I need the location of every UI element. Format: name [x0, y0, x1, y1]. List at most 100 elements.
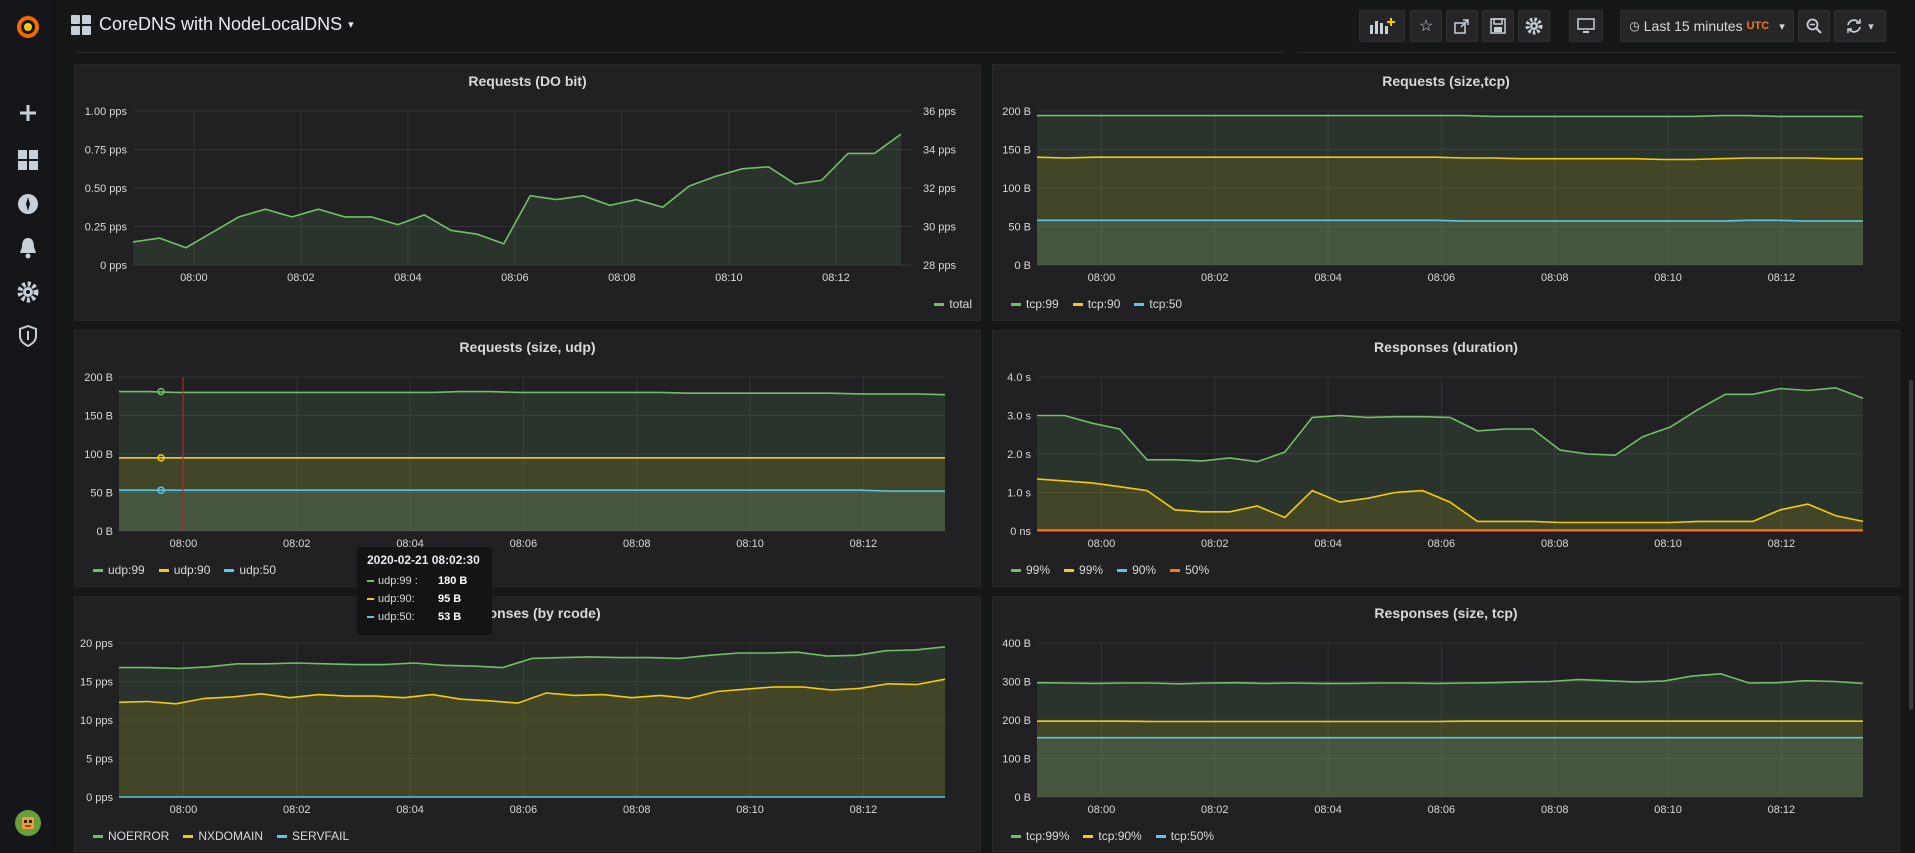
legend-label: udp:50	[239, 563, 276, 577]
x-tick-label: 08:04	[1314, 538, 1342, 550]
user-avatar[interactable]	[0, 803, 55, 843]
x-tick-label: 08:12	[1768, 272, 1796, 284]
series-area-fill	[119, 490, 945, 531]
y-tick-label: 0 B	[1014, 260, 1031, 272]
x-tick-label: 08:00	[1088, 538, 1116, 550]
x-tick-label: 08:02	[283, 804, 311, 816]
series-line-udp:50[interactable]	[119, 490, 945, 491]
y-tick-label: 3.0 s	[1007, 411, 1031, 423]
x-tick-label: 08:06	[1428, 538, 1456, 550]
x-tick-label: 08:04	[394, 272, 422, 284]
x-tick-label: 08:12	[850, 538, 878, 550]
legend-item[interactable]: tcp:50	[1134, 297, 1182, 311]
x-tick-label: 08:12	[822, 272, 850, 284]
explore-compass-icon[interactable]	[0, 184, 55, 224]
settings-button[interactable]	[1518, 10, 1550, 42]
panel-requests-do-bit[interactable]: Requests (DO bit) 0 pps0.25 pps0.50 pps0…	[74, 64, 981, 321]
series-line-tcp:50[interactable]	[1037, 220, 1863, 221]
grafana-logo-icon[interactable]	[0, 6, 55, 48]
legend-item[interactable]: tcp:99%	[1011, 829, 1069, 843]
series-color-swatch	[93, 569, 103, 572]
dashboard-grid-icon	[71, 15, 91, 35]
chart-svg[interactable]: 0 pps0.25 pps0.50 pps0.75 pps1.00 pps28 …	[75, 65, 982, 322]
x-tick-label: 08:10	[736, 804, 764, 816]
x-tick-label: 08:04	[396, 804, 424, 816]
series-area-fill	[1037, 220, 1863, 265]
x-tick-label: 08:12	[1768, 538, 1796, 550]
y2-tick-label: 36 pps	[923, 106, 957, 118]
x-tick-label: 08:08	[1541, 272, 1569, 284]
x-tick-label: 08:06	[510, 804, 538, 816]
x-tick-label: 08:10	[1654, 272, 1682, 284]
server-admin-shield-icon[interactable]	[0, 316, 55, 356]
series-line-tcp:99[interactable]	[1037, 116, 1863, 117]
legend-item[interactable]: 99%	[1011, 563, 1050, 577]
x-tick-label: 08:02	[1201, 272, 1229, 284]
legend-item[interactable]: SERVFAIL	[277, 829, 349, 843]
panel-responses-size-tcp[interactable]: Responses (size, tcp) 0 B100 B200 B300 B…	[992, 596, 1900, 852]
legend-label: udp:99	[108, 563, 145, 577]
y-tick-label: 0 B	[96, 526, 113, 538]
x-tick-label: 08:06	[501, 272, 529, 284]
y-tick-label: 150 B	[1002, 145, 1031, 157]
zoom-out-button[interactable]	[1798, 10, 1830, 42]
page-scrollbar[interactable]	[1909, 380, 1913, 710]
series-color-swatch	[367, 580, 374, 582]
panel-legend: NOERROR NXDOMAIN SERVFAIL	[93, 829, 349, 843]
x-tick-label: 08:06	[1428, 804, 1456, 816]
y-tick-label: 0 pps	[100, 260, 127, 272]
y-tick-label: 2.0 s	[1007, 449, 1031, 461]
series-color-swatch	[1011, 835, 1021, 838]
legend-item[interactable]: 90%	[1117, 563, 1156, 577]
chart-svg[interactable]: 0 B50 B100 B150 B200 B08:0008:0208:0408:…	[993, 65, 1901, 322]
y-tick-label: 0.50 pps	[85, 183, 128, 195]
configuration-gear-icon[interactable]	[0, 272, 55, 312]
legend-item[interactable]: tcp:99	[1011, 297, 1059, 311]
x-tick-label: 08:10	[1654, 804, 1682, 816]
star-button[interactable]: ☆	[1410, 10, 1442, 42]
clock-icon: ◷	[1629, 19, 1639, 33]
panel-responses-by-rcode[interactable]: Responses (by rcode) 0 pps5 pps10 pps15 …	[74, 596, 981, 852]
series-color-swatch	[93, 835, 103, 838]
chart-svg[interactable]: 0 ns1.0 s2.0 s3.0 s4.0 s08:0008:0208:040…	[993, 331, 1901, 588]
save-icon	[1490, 18, 1506, 34]
add-panel-button[interactable]	[1359, 10, 1405, 42]
legend-item[interactable]: tcp:90	[1073, 297, 1121, 311]
legend-item[interactable]: udp:90	[159, 563, 211, 577]
time-range-picker[interactable]: ◷ Last 15 minutes UTC ▾	[1620, 10, 1794, 42]
save-button[interactable]	[1482, 10, 1514, 42]
timezone-label: UTC	[1747, 20, 1770, 32]
panel-requests-size-udp[interactable]: Requests (size, udp) 0 B50 B100 B150 B20…	[74, 330, 981, 587]
share-button[interactable]	[1446, 10, 1478, 42]
y2-tick-label: 34 pps	[923, 145, 957, 157]
legend-item[interactable]: NOERROR	[93, 829, 169, 843]
legend-item[interactable]: 99%	[1064, 563, 1103, 577]
chart-svg[interactable]: 0 pps5 pps10 pps15 pps20 pps08:0008:0208…	[75, 597, 982, 853]
legend-item[interactable]: udp:99	[93, 563, 145, 577]
tooltip-row: udp:99 : 180 B	[367, 572, 482, 590]
series-color-swatch	[1134, 303, 1144, 306]
legend-item[interactable]: total	[934, 297, 972, 311]
refresh-button[interactable]: ▾	[1834, 10, 1886, 42]
caret-down-icon: ▾	[1868, 20, 1874, 33]
dashboards-icon[interactable]	[0, 140, 55, 180]
legend-item[interactable]: tcp:90%	[1083, 829, 1141, 843]
cycle-view-mode-button[interactable]	[1569, 10, 1603, 42]
legend-item[interactable]: NXDOMAIN	[183, 829, 263, 843]
legend-item[interactable]: tcp:50%	[1156, 829, 1214, 843]
x-tick-label: 08:00	[1088, 804, 1116, 816]
panel-requests-size-tcp[interactable]: Requests (size,tcp) 0 B50 B100 B150 B200…	[992, 64, 1900, 321]
legend-item[interactable]: 50%	[1170, 563, 1209, 577]
chart-svg[interactable]: 0 B100 B200 B300 B400 B08:0008:0208:0408…	[993, 597, 1901, 853]
series-color-swatch	[183, 835, 193, 838]
x-tick-label: 08:10	[715, 272, 743, 284]
plus-icon[interactable]	[0, 93, 55, 133]
legend-item[interactable]: udp:50	[224, 563, 276, 577]
chart-svg[interactable]: 0 B50 B100 B150 B200 B08:0008:0208:0408:…	[75, 331, 982, 588]
x-tick-label: 08:06	[1428, 272, 1456, 284]
alerting-bell-icon[interactable]	[0, 228, 55, 268]
panel-responses-duration[interactable]: Responses (duration) 0 ns1.0 s2.0 s3.0 s…	[992, 330, 1900, 587]
dashboard-title-text: CoreDNS with NodeLocalDNS	[99, 14, 342, 35]
dashboard-title[interactable]: CoreDNS with NodeLocalDNS ▾	[71, 14, 354, 35]
legend-label: SERVFAIL	[292, 829, 349, 843]
